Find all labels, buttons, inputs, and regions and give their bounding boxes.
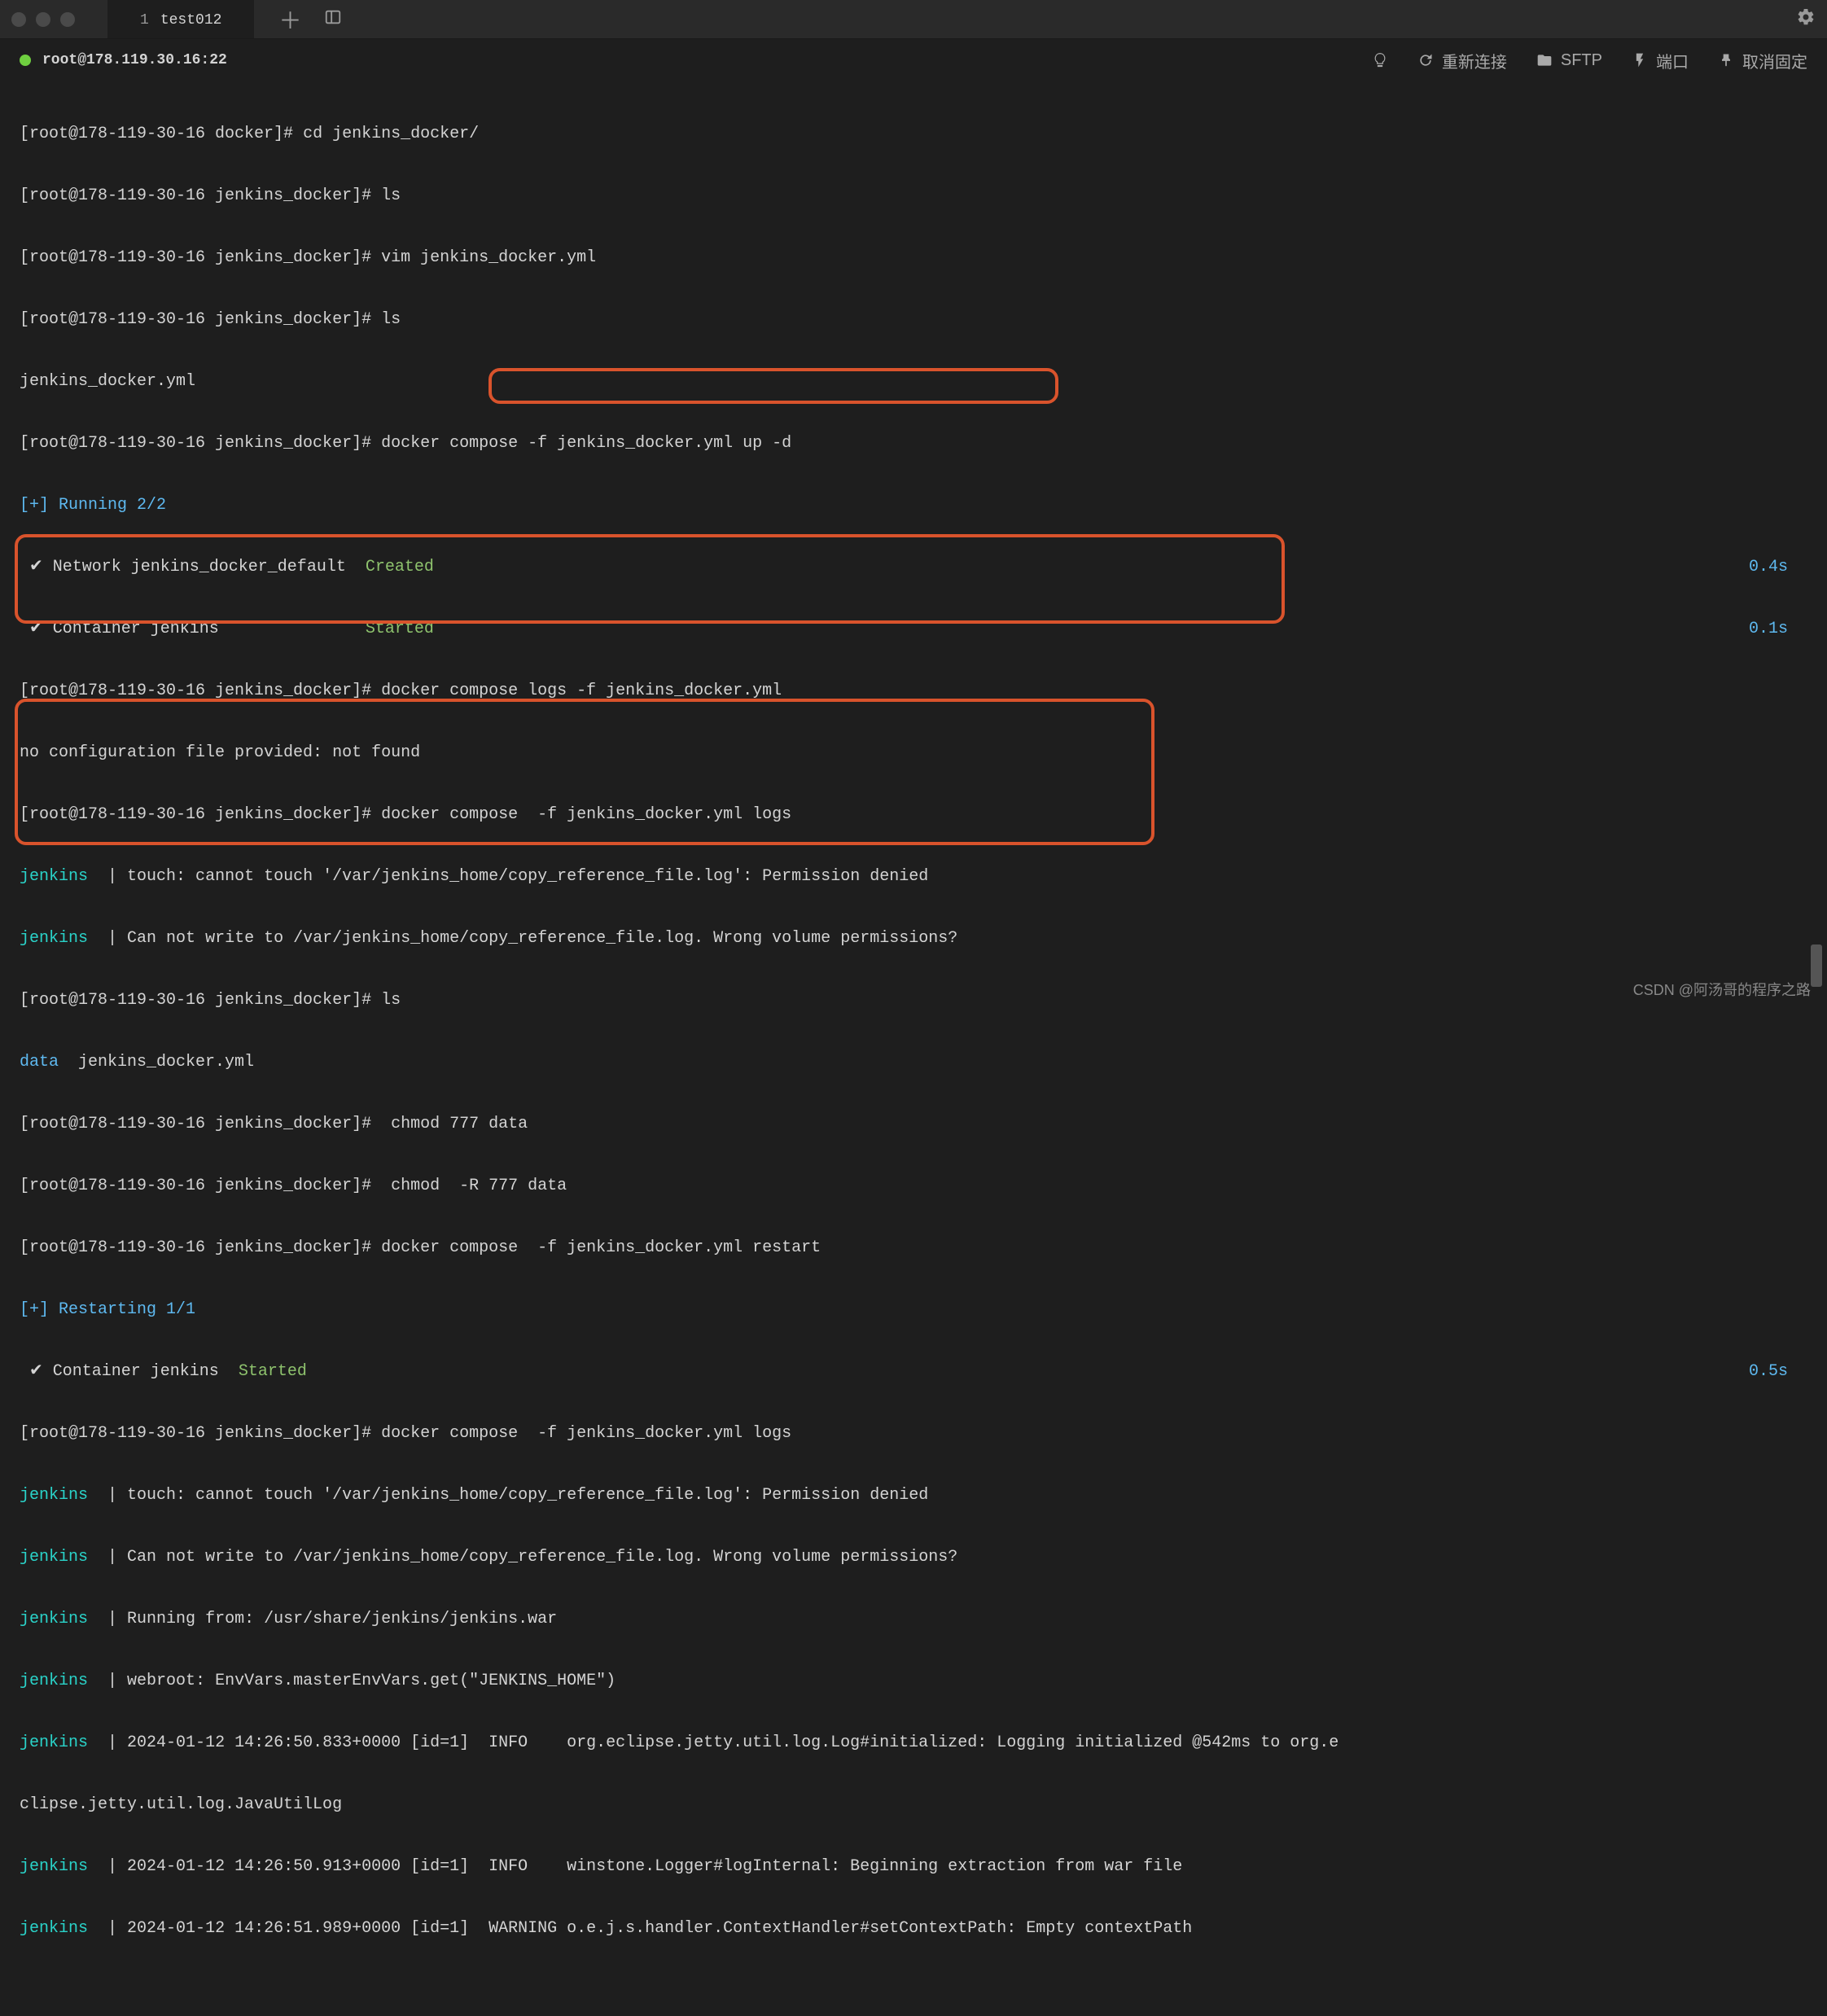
unpin-button[interactable]: 取消固定 <box>1718 49 1807 72</box>
maximize-window-button[interactable] <box>60 12 75 27</box>
minimize-window-button[interactable] <box>36 12 50 27</box>
tab-title: test012 <box>160 12 222 28</box>
reconnect-label: 重新连接 <box>1442 49 1507 72</box>
connection-address: root@178.119.30.16:22 <box>42 52 227 68</box>
unpin-label: 取消固定 <box>1742 49 1807 72</box>
connection-actions: 重新连接 SFTP 端口 取消固定 <box>1372 49 1807 72</box>
port-button[interactable]: 端口 <box>1632 49 1689 72</box>
title-bar: 1 test012 ＋ <box>0 0 1827 39</box>
settings-button[interactable] <box>1796 7 1816 32</box>
reconnect-button[interactable]: 重新连接 <box>1417 49 1507 72</box>
port-label: 端口 <box>1656 49 1689 72</box>
new-tab-button[interactable]: ＋ <box>278 3 301 36</box>
connection-status-indicator <box>20 55 31 66</box>
terminal-output[interactable]: [root@178-119-30-16 docker]# cd jenkins_… <box>0 81 1827 2016</box>
tab-bar-actions: ＋ <box>278 3 342 36</box>
sftp-label: SFTP <box>1561 51 1602 70</box>
split-view-button[interactable] <box>324 8 342 31</box>
scrollbar-thumb[interactable] <box>1811 944 1822 987</box>
tab-test012[interactable]: 1 test012 <box>107 0 254 38</box>
window-traffic-lights <box>11 12 75 27</box>
tab-number: 1 <box>140 12 149 28</box>
hint-button[interactable] <box>1372 52 1388 68</box>
close-window-button[interactable] <box>11 12 26 27</box>
connection-bar: root@178.119.30.16:22 重新连接 SFTP 端口 取消固定 <box>0 39 1827 81</box>
sftp-button[interactable]: SFTP <box>1536 51 1602 70</box>
watermark-text: CSDN @阿汤哥的程序之路 <box>1633 979 1811 1000</box>
